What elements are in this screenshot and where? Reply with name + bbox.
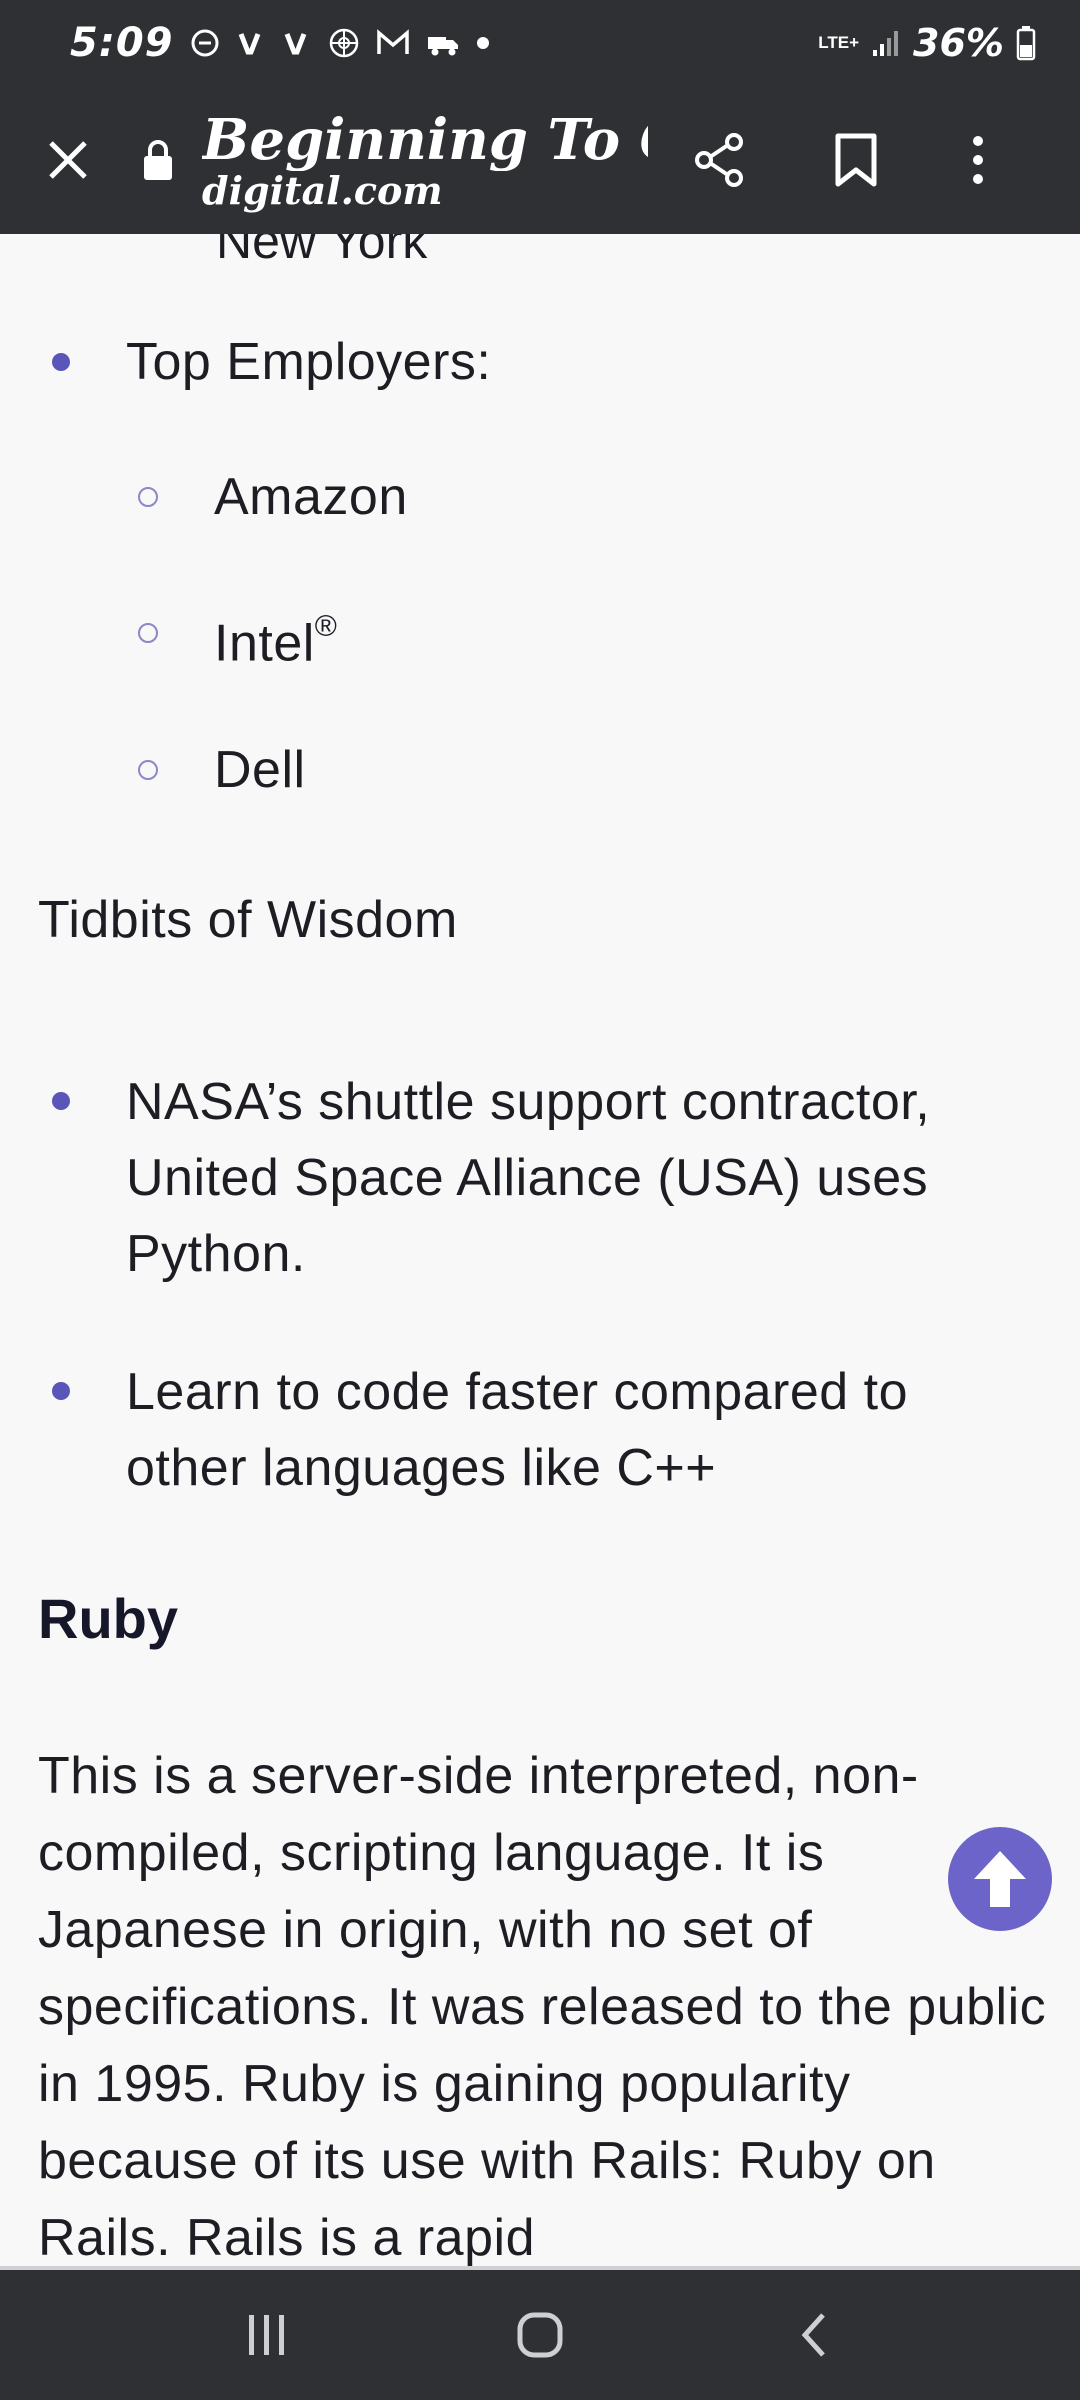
employer-item: Amazon (214, 468, 408, 526)
ruby-paragraph: This is a server-side interpreted, non-c… (38, 1747, 1047, 2266)
network-type: LTE+ (818, 33, 860, 52)
wisdom-item: NASA’s shuttle support contractor, Unite… (126, 1073, 931, 1283)
status-time: 5:09 (70, 20, 174, 66)
back-button[interactable] (753, 2285, 873, 2385)
bullet-icon (52, 1092, 70, 1110)
ruby-heading: Ruby (38, 1587, 178, 1650)
circle-bullet-icon (138, 760, 158, 780)
status-left: 5:09 (70, 20, 490, 66)
do-not-disturb-icon (190, 28, 220, 58)
share-icon (695, 133, 743, 187)
battery-percent: 36% (913, 21, 1004, 65)
app-notification-icon-2 (282, 28, 312, 58)
battery-icon (1016, 25, 1036, 61)
bullet-icon (52, 1382, 70, 1400)
gmail-icon (376, 29, 410, 57)
close-icon (49, 141, 87, 179)
lock-icon (136, 139, 180, 181)
partial-list-item: New York (216, 234, 428, 269)
wisdom-item: Learn to code faster compared to other l… (126, 1363, 909, 1497)
home-icon (517, 2312, 563, 2358)
circle-bullet-icon (138, 487, 158, 507)
app-notification-icon (236, 28, 266, 58)
more-notifications-dot-icon (476, 36, 490, 50)
employer-item: Dell (214, 741, 306, 799)
delivery-truck-icon (426, 29, 460, 57)
url-area[interactable]: Beginning To Co... digital.com (202, 109, 648, 211)
recent-apps-icon (248, 2315, 284, 2355)
bookmark-button[interactable] (806, 110, 906, 210)
system-navigation-bar (0, 2266, 1080, 2400)
more-vertical-icon (973, 136, 983, 184)
page-title: Beginning To Co... (202, 109, 648, 171)
status-right: LTE+ 36% (818, 21, 1036, 65)
scroll-to-top-button[interactable] (948, 1827, 1052, 1931)
employer-item-text: Intel (214, 614, 315, 673)
employers-label: Top Employers: (126, 333, 492, 391)
back-icon (801, 2313, 826, 2357)
bullet-icon (52, 353, 70, 371)
flower-app-icon (328, 27, 360, 59)
bookmark-icon (835, 133, 877, 187)
share-button[interactable] (670, 110, 770, 210)
more-options-button[interactable] (928, 110, 1028, 210)
page-content[interactable]: New York Top Employers: Amazon Intel® De… (0, 234, 1080, 2266)
close-button[interactable] (18, 110, 118, 210)
employer-item: Intel® (214, 595, 337, 681)
registered-mark: ® (314, 610, 338, 643)
circle-bullet-icon (138, 623, 158, 643)
section-title: Tidbits of Wisdom (38, 891, 458, 949)
signal-strength-icon (871, 28, 901, 58)
status-bar: 5:09 LTE+ 36% (0, 0, 1080, 86)
home-button[interactable] (480, 2285, 600, 2385)
page-domain: digital.com (202, 168, 443, 213)
arrow-up-icon (974, 1851, 1026, 1907)
browser-toolbar: Beginning To Co... digital.com (0, 86, 1080, 234)
recent-apps-button[interactable] (207, 2285, 327, 2385)
